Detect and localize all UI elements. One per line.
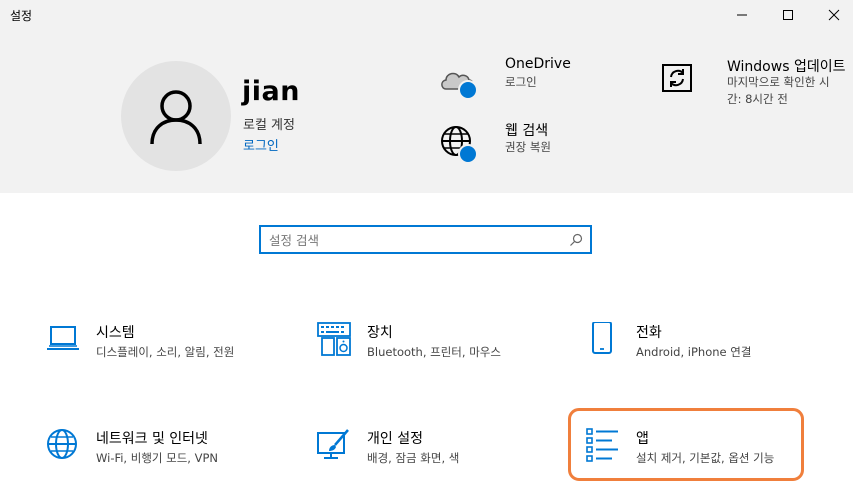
tile-devices[interactable]: 장치 Bluetooth, 프린터, 마우스 bbox=[317, 322, 557, 372]
tile-subtitle: Wi-Fi, 비행기 모드, VPN bbox=[96, 451, 219, 465]
onedrive-title: OneDrive bbox=[505, 56, 571, 72]
signin-link[interactable]: 로그인 bbox=[243, 135, 279, 154]
windows-update-sub-line2: 간: 8시간 전 bbox=[727, 92, 788, 106]
highlight-outline bbox=[568, 408, 804, 481]
person-icon bbox=[150, 90, 202, 145]
web-search-sub: 권장 복원 bbox=[505, 140, 551, 154]
status-badge bbox=[458, 144, 478, 164]
minimize-button[interactable] bbox=[719, 0, 765, 30]
avatar[interactable] bbox=[121, 61, 231, 171]
close-button[interactable] bbox=[811, 0, 853, 30]
laptop-icon bbox=[47, 326, 79, 350]
tile-title: 전화 bbox=[636, 325, 662, 341]
windows-update-title: Windows 업데이트 bbox=[727, 59, 846, 75]
maximize-icon bbox=[783, 10, 793, 20]
status-badge bbox=[458, 80, 478, 100]
web-search-title: 웹 검색 bbox=[505, 123, 549, 139]
keyboard-speaker-icon bbox=[317, 322, 351, 356]
tile-title: 개인 설정 bbox=[367, 431, 423, 447]
tile-subtitle: Bluetooth, 프린터, 마우스 bbox=[367, 345, 501, 359]
tile-title: 네트워크 및 인터넷 bbox=[96, 431, 208, 447]
onedrive-sub: 로그인 bbox=[505, 75, 537, 89]
maximize-button[interactable] bbox=[765, 0, 811, 30]
window-title: 설정 bbox=[10, 9, 33, 23]
account-type: 로컬 계정 bbox=[243, 118, 295, 133]
tile-personalization[interactable]: 개인 설정 배경, 잠금 화면, 색 bbox=[317, 428, 557, 478]
tile-subtitle: 디스플레이, 소리, 알림, 전원 bbox=[96, 345, 235, 359]
tile-title: 시스템 bbox=[96, 325, 135, 341]
tile-phone[interactable]: 전화 Android, iPhone 연결 bbox=[586, 322, 826, 372]
tile-subtitle: Android, iPhone 연결 bbox=[636, 345, 752, 359]
close-icon bbox=[828, 9, 840, 21]
search-icon[interactable] bbox=[569, 233, 583, 247]
sync-icon bbox=[662, 64, 692, 92]
account-name: jian bbox=[242, 76, 300, 107]
title-bar: 설정 bbox=[0, 0, 853, 30]
globe-icon bbox=[47, 429, 77, 459]
search-input[interactable] bbox=[269, 230, 569, 250]
tile-subtitle: 배경, 잠금 화면, 색 bbox=[367, 451, 460, 465]
tile-title: 장치 bbox=[367, 325, 393, 341]
tile-network[interactable]: 네트워크 및 인터넷 Wi-Fi, 비행기 모드, VPN bbox=[46, 428, 286, 478]
windows-update-sub-line1: 마지막으로 확인한 시 bbox=[727, 75, 830, 89]
paint-brush-icon bbox=[317, 429, 349, 459]
minimize-icon bbox=[737, 14, 747, 16]
tile-system[interactable]: 시스템 디스플레이, 소리, 알림, 전원 bbox=[46, 322, 286, 372]
phone-icon bbox=[592, 322, 612, 354]
search-box[interactable] bbox=[259, 225, 592, 254]
